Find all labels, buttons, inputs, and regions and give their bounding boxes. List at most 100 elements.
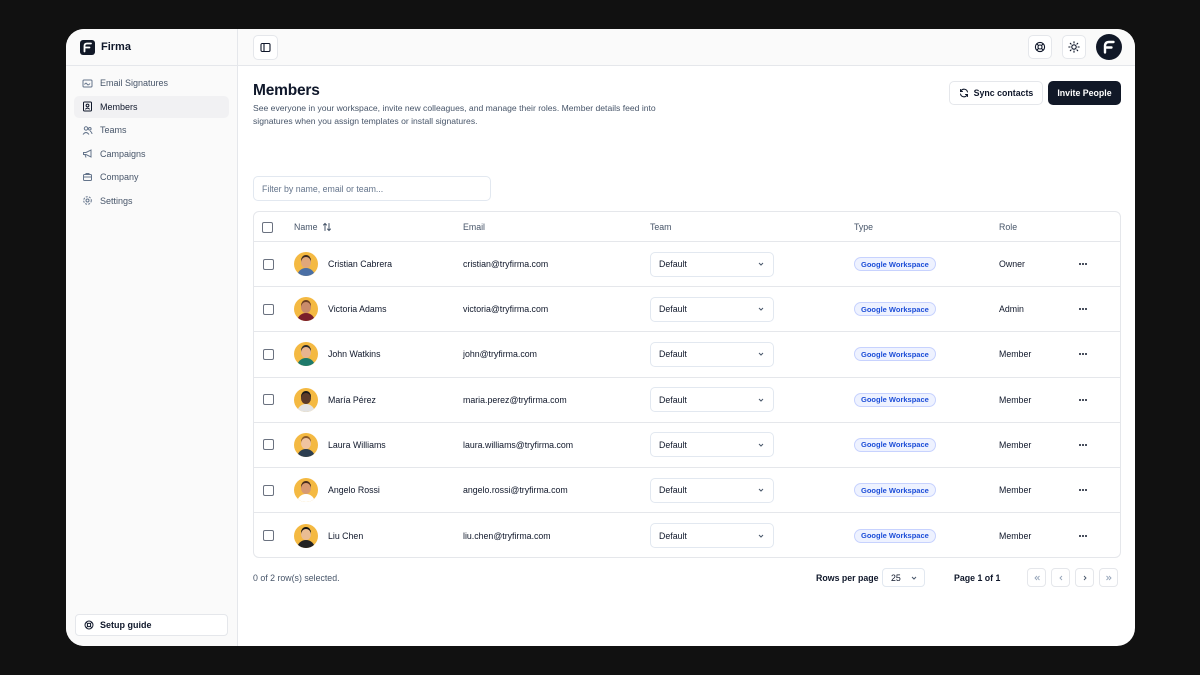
sidebar-item-label: Campaigns: [100, 148, 146, 159]
row-checkbox[interactable]: [263, 348, 274, 360]
member-email-cell: cristian@tryfirma.com: [463, 242, 548, 286]
team-select-value: Default: [659, 394, 687, 405]
user-avatar[interactable]: [1096, 34, 1122, 60]
row-checkbox[interactable]: [263, 258, 274, 270]
first-page-button[interactable]: [1027, 568, 1046, 587]
team-select[interactable]: Default: [650, 296, 774, 322]
chevron-down-icon: [757, 532, 765, 540]
row-checkbox[interactable]: [263, 394, 274, 406]
row-actions-button[interactable]: [1075, 392, 1091, 408]
row-actions-button[interactable]: [1075, 528, 1091, 544]
row-checkbox[interactable]: [263, 303, 274, 315]
member-role: Member: [999, 530, 1032, 541]
type-badge: Google Workspace: [854, 257, 936, 272]
team-select[interactable]: Default: [650, 432, 774, 458]
previous-page-button[interactable]: [1051, 568, 1070, 587]
team-select-value: Default: [659, 439, 687, 450]
page-title: Members: [253, 82, 320, 99]
team-select[interactable]: Default: [650, 341, 774, 367]
column-header-name[interactable]: Name: [294, 212, 332, 242]
member-team-cell: Default: [650, 423, 774, 467]
sidebar-item-label: Members: [100, 101, 138, 112]
more-horizontal-icon: [1079, 308, 1087, 311]
member-email: victoria@tryfirma.com: [463, 304, 549, 315]
member-email-cell: john@tryfirma.com: [463, 332, 537, 376]
more-horizontal-icon: [1079, 398, 1087, 401]
row-select-cell: [263, 242, 274, 286]
type-badge: Google Workspace: [854, 347, 936, 362]
row-actions-button[interactable]: [1075, 437, 1091, 453]
chevron-left-icon: [1058, 575, 1062, 580]
row-actions-button[interactable]: [1075, 301, 1091, 317]
refresh-icon: [959, 88, 969, 98]
select-all-checkbox[interactable]: [262, 221, 273, 233]
invite-people-button[interactable]: Invite People: [1048, 81, 1121, 105]
row-actions-button[interactable]: [1075, 256, 1091, 272]
member-email: liu.chen@tryfirma.com: [463, 530, 551, 541]
team-select-value: Default: [659, 259, 687, 270]
row-actions-button[interactable]: [1075, 482, 1091, 498]
table-row[interactable]: María Pérez maria.perez@tryfirma.com Def…: [254, 378, 1120, 423]
member-name-cell: Victoria Adams: [294, 287, 387, 331]
team-select[interactable]: Default: [650, 523, 774, 549]
table-row[interactable]: Cristian Cabrera cristian@tryfirma.com D…: [254, 242, 1120, 288]
member-name: Laura Williams: [328, 439, 386, 450]
sidebar-toggle-button[interactable]: [253, 35, 278, 60]
select-all-cell: [262, 212, 273, 242]
column-header-label: Name: [294, 222, 318, 232]
team-select[interactable]: Default: [650, 251, 774, 277]
member-role-cell: Member: [999, 332, 1031, 376]
team-select-value: Default: [659, 349, 687, 360]
team-select[interactable]: Default: [650, 387, 774, 413]
row-actions-cell: [1075, 513, 1091, 557]
theme-toggle-button[interactable]: [1062, 35, 1086, 59]
filter-input[interactable]: [253, 176, 491, 201]
chevron-down-icon: [757, 486, 765, 494]
sidebar-item-campaigns[interactable]: Campaigns: [74, 143, 229, 165]
row-checkbox[interactable]: [263, 484, 274, 496]
help-button[interactable]: [1028, 35, 1052, 59]
sidebar-item-email-signatures[interactable]: Email Signatures: [74, 72, 229, 94]
chevrons-right-icon: [1105, 575, 1112, 580]
lifebuoy-icon: [84, 620, 94, 630]
setup-guide-button[interactable]: Setup guide: [75, 614, 228, 636]
table-row[interactable]: Liu Chen liu.chen@tryfirma.com Default G…: [254, 513, 1120, 557]
member-email: maria.perez@tryfirma.com: [463, 394, 567, 405]
sidebar-item-label: Settings: [100, 195, 133, 206]
avatar: [294, 252, 318, 277]
table-body: Cristian Cabrera cristian@tryfirma.com D…: [254, 242, 1120, 557]
table-row[interactable]: Angelo Rossi angelo.rossi@tryfirma.com D…: [254, 468, 1120, 514]
row-checkbox[interactable]: [263, 530, 274, 542]
rows-per-page-select[interactable]: 25: [882, 568, 925, 587]
type-badge: Google Workspace: [854, 437, 936, 452]
member-type-cell: Google Workspace: [854, 378, 936, 422]
firma-logo-icon: [1103, 40, 1115, 54]
chevron-down-icon: [757, 441, 765, 449]
row-actions-button[interactable]: [1075, 346, 1091, 362]
avatar: [294, 478, 318, 503]
next-page-button[interactable]: [1075, 568, 1094, 587]
member-type-cell: Google Workspace: [854, 287, 936, 331]
sidebar-item-members[interactable]: Members: [74, 95, 229, 118]
row-checkbox[interactable]: [263, 439, 274, 451]
column-header-type: Type: [854, 212, 873, 242]
member-email-cell: liu.chen@tryfirma.com: [463, 513, 551, 557]
sidebar-item-teams[interactable]: Teams: [74, 119, 229, 141]
row-select-cell: [263, 332, 274, 376]
member-name-cell: Liu Chen: [294, 513, 363, 557]
team-select[interactable]: Default: [650, 477, 774, 503]
table-row[interactable]: Laura Williams laura.williams@tryfirma.c…: [254, 423, 1120, 468]
sidebar-item-company[interactable]: Company: [74, 166, 229, 188]
member-email-cell: maria.perez@tryfirma.com: [463, 378, 567, 422]
sync-contacts-button[interactable]: Sync contacts: [949, 81, 1043, 105]
last-page-button[interactable]: [1099, 568, 1118, 587]
chevron-down-icon: [910, 574, 918, 582]
table-row[interactable]: Victoria Adams victoria@tryfirma.com Def…: [254, 287, 1120, 333]
sidebar-item-settings[interactable]: Settings: [74, 190, 229, 212]
row-select-cell: [263, 513, 274, 557]
brand[interactable]: Firma: [66, 29, 237, 66]
table-row[interactable]: John Watkins john@tryfirma.com Default G…: [254, 332, 1120, 378]
page-description: See everyone in your workspace, invite n…: [253, 103, 656, 126]
row-select-cell: [263, 287, 274, 331]
users-icon: [82, 125, 93, 136]
